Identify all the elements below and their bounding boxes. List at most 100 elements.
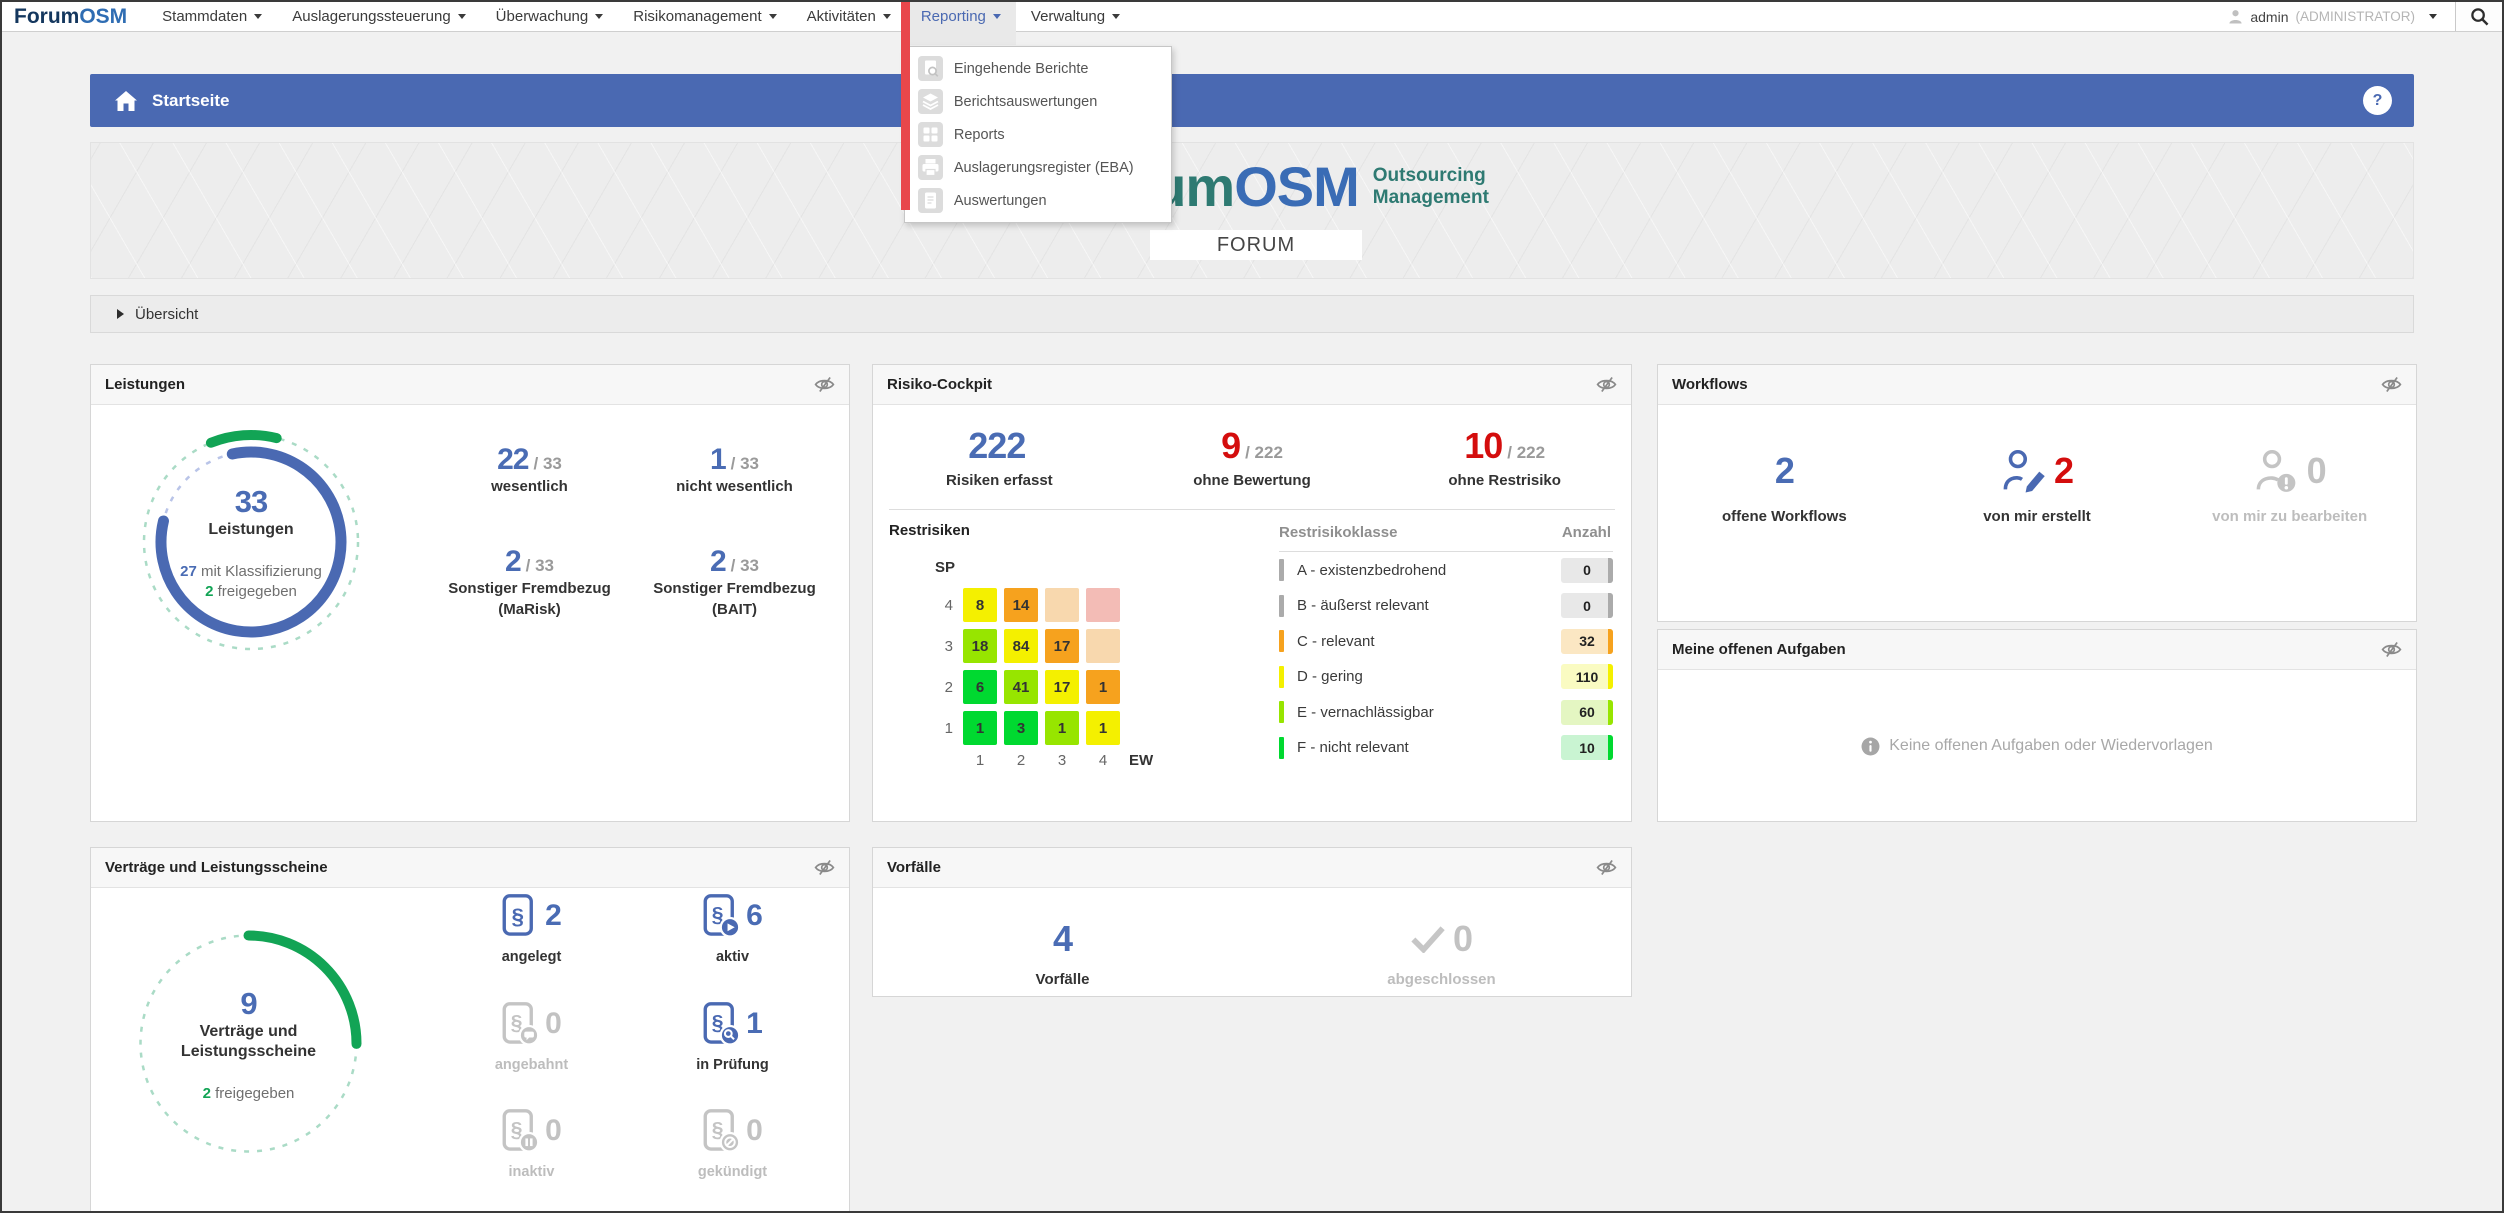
heatmap-cell: 18 <box>963 629 997 663</box>
count-badge: 110 <box>1561 664 1613 689</box>
app-window: ForumOSM Stammdaten Auslagerungssteuerun… <box>0 0 2504 1213</box>
user-icon <box>2228 9 2243 24</box>
stat-ohne-bewertung: 9/ 222 ohne Bewertung <box>1126 425 1379 491</box>
nav-item-stammdaten[interactable]: Stammdaten <box>147 2 277 31</box>
heatmap-cell: 41 <box>1004 670 1038 704</box>
table-row: C - relevant 32 <box>1279 623 1613 659</box>
hide-panel-icon[interactable] <box>2381 377 2402 392</box>
chevron-down-icon <box>993 14 1001 19</box>
restrisiko-table: Restrisikoklasse Anzahl A - existenzbedr… <box>1279 518 1613 776</box>
reporting-dropdown-menu: Eingehende Berichte Berichtsauswertungen… <box>904 46 1172 223</box>
panel-title: Leistungen <box>105 376 814 393</box>
hide-panel-icon[interactable] <box>1596 377 1617 392</box>
heatmap-cell <box>1086 588 1120 622</box>
table-row: A - existenzbedrohend 0 <box>1279 552 1613 588</box>
stat-angebahnt: § 0 angebahnt <box>431 998 632 1076</box>
contract-inactive-icon: § <box>502 1108 538 1154</box>
heatmap-cell <box>1086 629 1120 663</box>
help-button[interactable]: ? <box>2363 86 2392 115</box>
nav-item-verwaltung[interactable]: Verwaltung <box>1016 2 1135 31</box>
home-icon <box>114 90 138 112</box>
vertraege-donut-chart: 9 Verträge und Leistungsscheine 2 freige… <box>121 916 376 1171</box>
menu-item-reports[interactable]: Reports <box>905 118 1171 151</box>
brand-logo[interactable]: ForumOSM <box>14 2 127 31</box>
stat-fremdbezug-marisk: 2/ 33 Sonstiger Fremdbezug (MaRisk) <box>431 545 628 620</box>
nav-item-aktivitaeten[interactable]: Aktivitäten <box>792 2 906 31</box>
stat-nicht-wesentlich: 1/ 33 nicht wesentlich <box>636 443 833 497</box>
chevron-down-icon <box>595 14 603 19</box>
table-row: E - vernachlässigbar 60 <box>1279 694 1613 730</box>
printer-icon <box>918 155 943 180</box>
svg-text:§: § <box>512 904 525 929</box>
table-row: F - nicht relevant 10 <box>1279 730 1613 766</box>
count-badge: 0 <box>1561 558 1613 583</box>
stat-inaktiv: § 0 inaktiv <box>431 1105 632 1183</box>
logo-tagline: OutsourcingManagement <box>1373 165 1489 209</box>
panel-leistungen: Leistungen 33 Leistungen 27 mit Klassifi… <box>90 364 850 822</box>
stat-in-pruefung: § 1 in Prüfung <box>632 998 833 1076</box>
menu-item-eingehende-berichte[interactable]: Eingehende Berichte <box>905 52 1171 85</box>
contract-icon: § <box>502 893 538 939</box>
page-title: Startseite <box>152 91 229 111</box>
hide-panel-icon[interactable] <box>814 860 835 875</box>
stat-angelegt: § 2 angelegt <box>431 890 632 968</box>
menu-item-berichtsauswertungen[interactable]: Berichtsauswertungen <box>905 85 1171 118</box>
search-button[interactable] <box>2455 2 2502 31</box>
user-alert-icon <box>2254 449 2302 493</box>
menu-item-auslagerungsregister-eba[interactable]: Auslagerungsregister (EBA) <box>905 151 1171 184</box>
panel-title: Meine offenen Aufgaben <box>1672 641 2381 658</box>
heatmap-cell: 1 <box>1086 711 1120 745</box>
heatmap-cell: 1 <box>963 711 997 745</box>
panel-risiko-cockpit: Risiko-Cockpit 222 Risiken erfasst 9/ 22… <box>872 364 1632 822</box>
stat-fremdbezug-bait: 2/ 33 Sonstiger Fremdbezug (BAIT) <box>636 545 833 620</box>
panel-title: Workflows <box>1672 376 2381 393</box>
nav-item-risikomanagement[interactable]: Risikomanagement <box>618 2 791 31</box>
heatmap-cell: 17 <box>1045 629 1079 663</box>
heatmap-cell: 17 <box>1045 670 1079 704</box>
stat-von-mir-erstellt: 2 von mir erstellt <box>1911 445 2164 527</box>
stat-von-mir-zu-bearbeiten: 0 von mir zu bearbeiten <box>2163 445 2416 527</box>
report-incoming-icon <box>918 56 943 81</box>
heatmap-cell: 8 <box>963 588 997 622</box>
chevron-down-icon <box>2429 14 2437 19</box>
heatmap-cell: 1 <box>1045 711 1079 745</box>
chevron-down-icon <box>769 14 777 19</box>
leistungen-donut-chart: 33 Leistungen 27 mit Klassifizierung 2 f… <box>126 417 376 667</box>
hide-panel-icon[interactable] <box>814 377 835 392</box>
stat-vorfaelle: 4 Vorfälle <box>873 916 1252 990</box>
user-name: admin <box>2250 9 2288 25</box>
panel-meine-offenen-aufgaben: Meine offenen Aufgaben Keine offenen Auf… <box>1657 629 2417 822</box>
contract-terminated-icon: § <box>703 1108 739 1154</box>
click-marker <box>901 2 910 210</box>
triangle-right-icon <box>117 309 124 319</box>
heatmap-cell: 84 <box>1004 629 1038 663</box>
overview-toggle[interactable]: Übersicht <box>90 295 2414 333</box>
report-analysis-icon <box>918 89 943 114</box>
nav-item-reporting[interactable]: Reporting Eingehende Berichte Berichtsau… <box>906 2 1016 31</box>
panel-title: Verträge und Leistungsscheine <box>105 859 814 876</box>
chevron-down-icon <box>883 14 891 19</box>
heatmap-cell <box>1045 588 1079 622</box>
menu-item-auswertungen[interactable]: Auswertungen <box>905 184 1171 217</box>
contract-initiated-icon: § <box>502 1001 538 1047</box>
reports-grid-icon <box>918 122 943 147</box>
user-menu[interactable]: admin (ADMINISTRATOR) <box>2210 2 2455 31</box>
count-badge: 60 <box>1561 700 1613 725</box>
heatmap-cell: 6 <box>963 670 997 704</box>
nav-item-ueberwachung[interactable]: Überwachung <box>481 2 619 31</box>
chevron-down-icon <box>1112 14 1120 19</box>
search-icon <box>2470 7 2489 26</box>
contract-active-icon: § <box>703 893 739 939</box>
nav-item-auslagerungssteuerung[interactable]: Auslagerungssteuerung <box>277 2 480 31</box>
leistungen-count: 33 <box>235 484 267 520</box>
panel-vorfaelle: Vorfälle 4 Vorfälle 0 abgeschlossen <box>872 847 1632 997</box>
stat-aktiv: § 6 aktiv <box>632 890 833 968</box>
hide-panel-icon[interactable] <box>2381 642 2402 657</box>
panel-vertraege: Verträge und Leistungsscheine 9 Verträge… <box>90 847 850 1213</box>
table-row: D - gering 110 <box>1279 659 1613 695</box>
hide-panel-icon[interactable] <box>1596 860 1617 875</box>
empty-state-message: Keine offenen Aufgaben oder Wiedervorlag… <box>1889 737 2213 755</box>
heatmap-cell: 14 <box>1004 588 1038 622</box>
stat-ohne-restrisiko: 10/ 222 ohne Restrisiko <box>1378 425 1631 491</box>
forum-overlay-label: FORUM <box>1150 230 1362 260</box>
